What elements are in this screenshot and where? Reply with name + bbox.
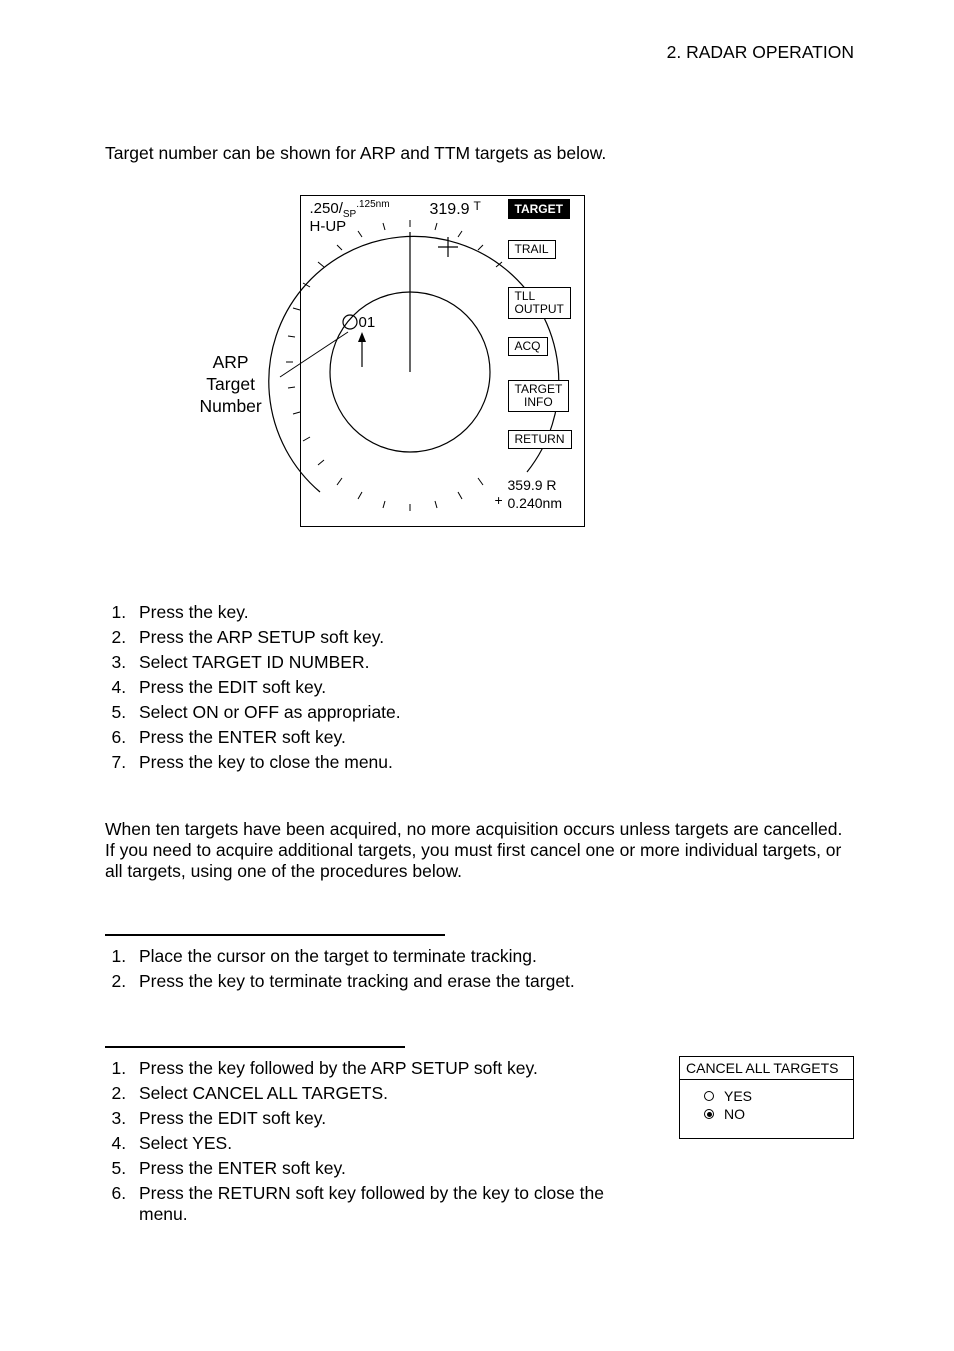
step-item: Select YES. [131, 1131, 619, 1156]
step-item: Press the ENTER soft key. [131, 725, 854, 750]
softkey-acq[interactable]: ACQ [508, 337, 548, 356]
intro-paragraph: Target number can be shown for ARP and T… [105, 143, 854, 164]
cancel-intro-paragraph: When ten targets have been acquired, no … [105, 819, 854, 882]
step-item: Press the EDIT soft key. [131, 675, 854, 700]
radar-figure: .250/SP.125nm H-UP 319.9 T TARGET TRAIL … [260, 192, 700, 552]
softkey-return[interactable]: RETURN [508, 430, 572, 449]
radar-bearing: 319.9 [430, 201, 470, 219]
step-item: Select ON or OFF as appropriate. [131, 700, 854, 725]
radar-range-readout: .250/SP.125nm [310, 199, 390, 220]
target-number-label: 01 [359, 314, 376, 331]
step-item: Press the key. [131, 600, 854, 625]
softkey-tll-output[interactable]: TLL OUTPUT [508, 287, 571, 319]
radar-mode: H-UP [310, 218, 347, 235]
softkey-target-info[interactable]: TARGET INFO [508, 380, 570, 412]
cancel-all-row: Press the key followed by the ARP SETUP … [105, 1056, 854, 1227]
subheading-terminate-single [105, 918, 445, 936]
step-item: Press the RETURN soft key followed by th… [131, 1181, 619, 1227]
step-item: Press the key to terminate tracking and … [131, 969, 854, 994]
arp-caption-l1: ARP [200, 352, 262, 374]
softkey-trail[interactable]: TRAIL [508, 240, 556, 259]
step-item: Select CANCEL ALL TARGETS. [131, 1081, 619, 1106]
cursor-cross-icon: + [495, 492, 503, 508]
cancel-all-dialog-title: CANCEL ALL TARGETS [680, 1057, 853, 1080]
step-item: Press the key to close the menu. [131, 750, 854, 775]
subheading-cancel-all [105, 1030, 405, 1048]
steps-terminate-single: Place the cursor on the target to termin… [105, 944, 854, 994]
radio-icon [704, 1091, 714, 1101]
softkey-target[interactable]: TARGET [508, 199, 570, 219]
cursor-readout: 359.9 R 0.240nm [508, 477, 562, 512]
steps-target-id: Press the key. Press the ARP SETUP soft … [105, 600, 854, 775]
option-no[interactable]: NO [704, 1106, 847, 1122]
cancel-all-options: YES NO [686, 1088, 847, 1122]
step-item: Press the EDIT soft key. [131, 1106, 619, 1131]
step-item: Press the ARP SETUP soft key. [131, 625, 854, 650]
cancel-all-dialog: CANCEL ALL TARGETS YES NO [679, 1056, 854, 1139]
step-item: Select TARGET ID NUMBER. [131, 650, 854, 675]
arp-caption: ARP Target Number [200, 352, 262, 418]
option-yes[interactable]: YES [704, 1088, 847, 1104]
step-item: Press the key followed by the ARP SETUP … [131, 1056, 619, 1081]
radar-bearing-suffix: T [474, 199, 481, 213]
option-label: NO [724, 1106, 745, 1122]
step-item: Place the cursor on the target to termin… [131, 944, 854, 969]
cursor-bearing: 359.9 R [508, 477, 562, 495]
arp-caption-l2: Target [200, 374, 262, 396]
radar-svg [260, 192, 700, 552]
arp-caption-l3: Number [200, 396, 262, 418]
steps-cancel-all: Press the key followed by the ARP SETUP … [105, 1056, 619, 1227]
step-item: Press the ENTER soft key. [131, 1156, 619, 1181]
page-header: 2. RADAR OPERATION [105, 42, 854, 63]
range-nm: .125nm [356, 199, 389, 210]
radio-icon [704, 1109, 714, 1119]
option-label: YES [724, 1088, 752, 1104]
cursor-range: 0.240nm [508, 495, 562, 513]
range-value: .250/ [310, 200, 343, 217]
